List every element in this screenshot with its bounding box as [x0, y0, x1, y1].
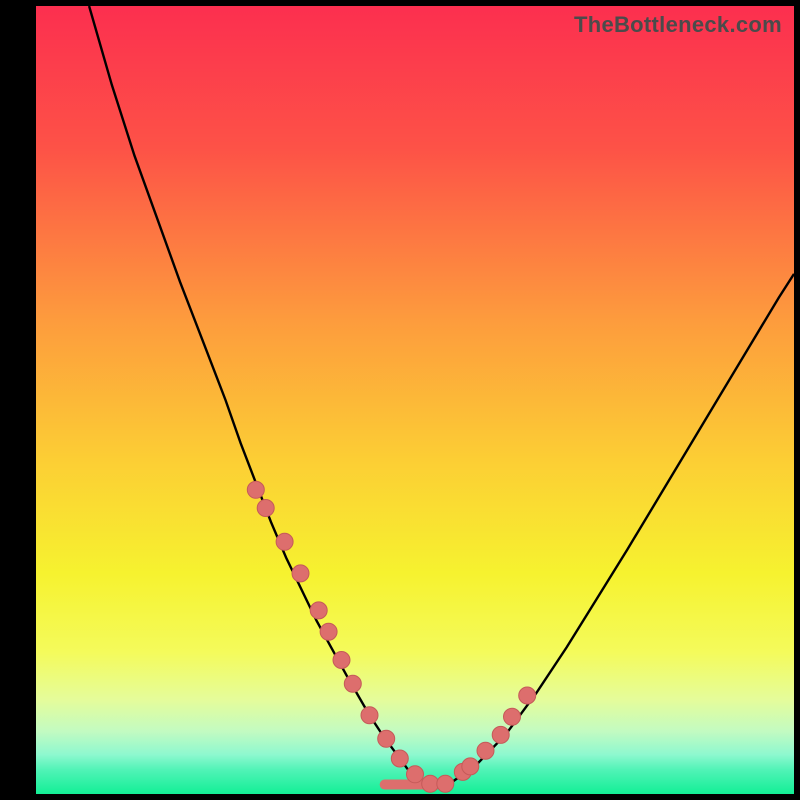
marker-dot [257, 500, 274, 517]
curve-layer [36, 6, 794, 794]
marker-dot [477, 742, 494, 759]
marker-dot [378, 730, 395, 747]
marker-dot [276, 533, 293, 550]
marker-dot [344, 675, 361, 692]
chart-frame: TheBottleneck.com [0, 0, 800, 800]
marker-dot [422, 775, 439, 792]
marker-dot [504, 708, 521, 725]
marker-dots [247, 481, 535, 792]
marker-dot [391, 750, 408, 767]
marker-dot [519, 687, 536, 704]
marker-dot [310, 602, 327, 619]
marker-dot [333, 652, 350, 669]
marker-dot [361, 707, 378, 724]
marker-dot [320, 623, 337, 640]
marker-dot [462, 758, 479, 775]
marker-dot [437, 775, 454, 792]
marker-dot [492, 726, 509, 743]
marker-dot [292, 565, 309, 582]
plot-area: TheBottleneck.com [36, 6, 794, 794]
marker-dot [247, 481, 264, 498]
bottleneck-curve [89, 6, 794, 786]
marker-dot [407, 766, 424, 783]
